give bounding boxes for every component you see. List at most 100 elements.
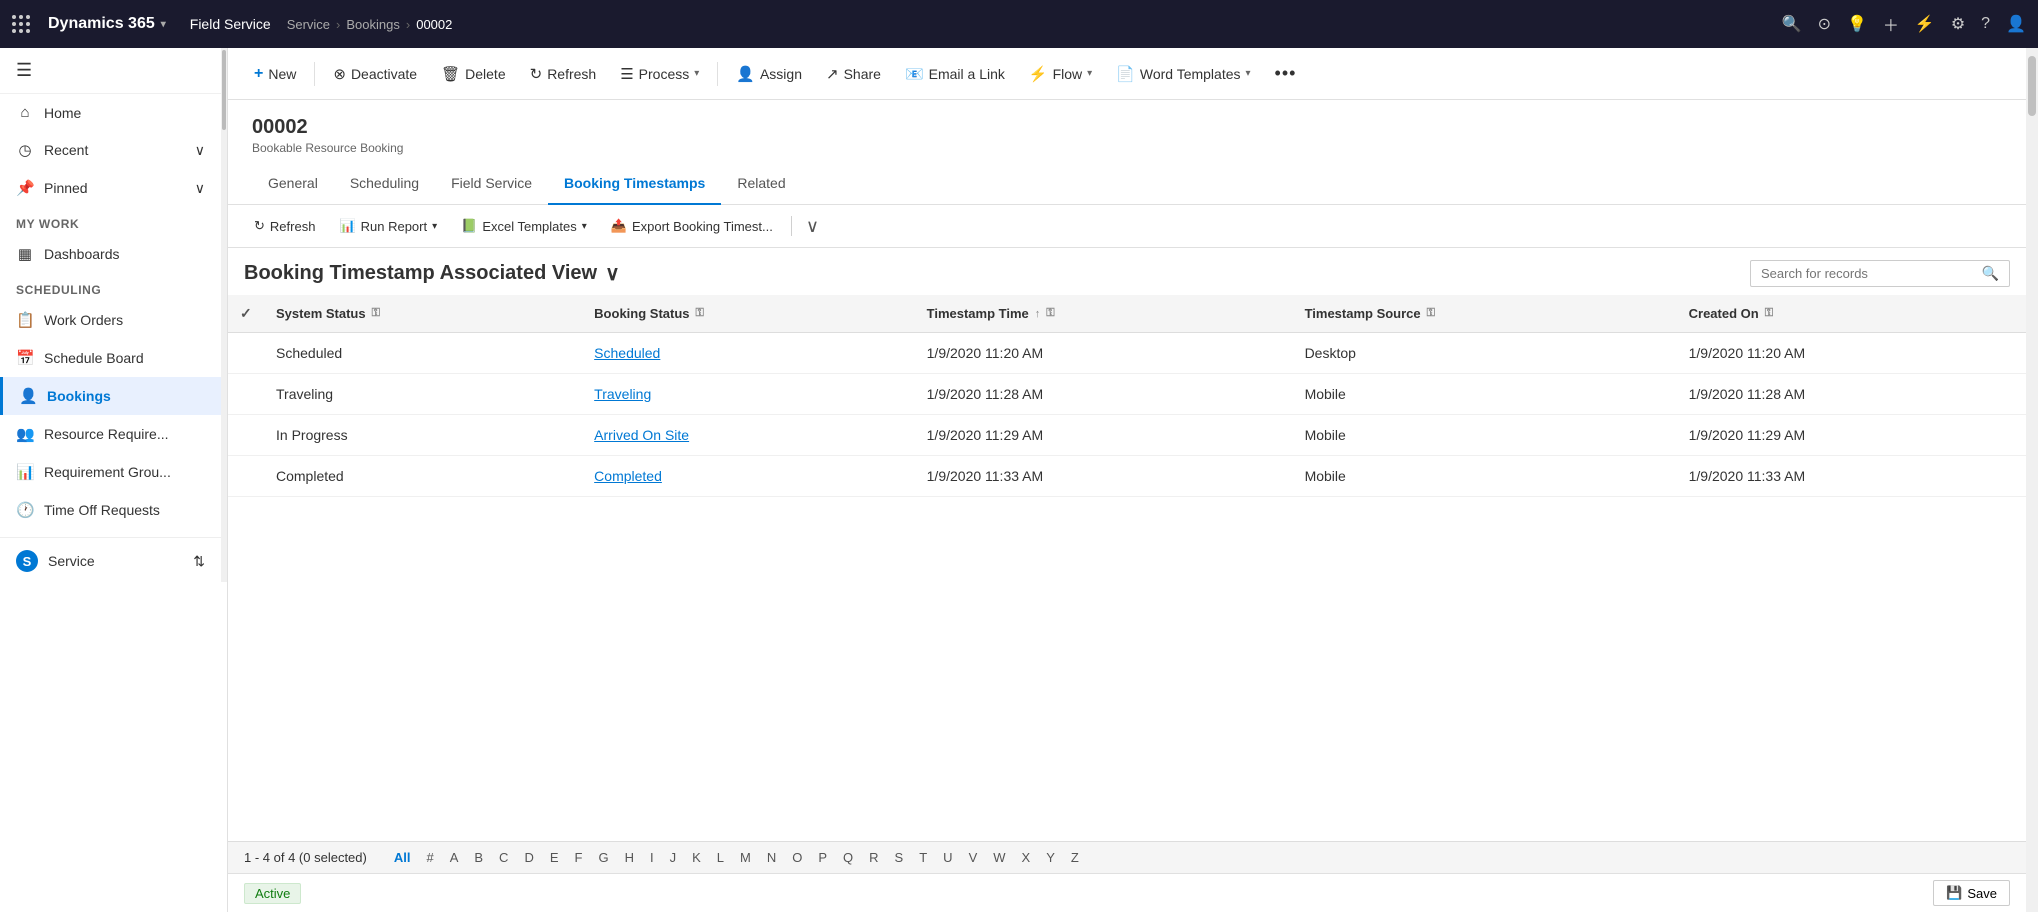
deactivate-button[interactable]: ⊗ Deactivate (323, 59, 427, 89)
created-on-filter-icon[interactable]: ⚿ (1765, 307, 1773, 320)
page-p[interactable]: P (813, 848, 832, 867)
page-y[interactable]: Y (1041, 848, 1060, 867)
help-icon[interactable]: ? (1981, 15, 1990, 33)
page-r[interactable]: R (864, 848, 883, 867)
nav-brand[interactable]: Dynamics 365 ▾ (48, 15, 166, 33)
tab-booking-timestamps[interactable]: Booking Timestamps (548, 163, 721, 205)
table-row[interactable]: Scheduled Scheduled 1/9/2020 11:20 AM De… (228, 333, 2026, 374)
flow-button[interactable]: ⚡ Flow ▾ (1019, 59, 1102, 89)
tab-general[interactable]: General (252, 163, 334, 205)
sub-more-chevron-icon[interactable]: ∨ (800, 214, 825, 239)
timestamp-time-filter-icon[interactable]: ⚿ (1046, 307, 1054, 320)
timestamp-source-filter-icon[interactable]: ⚿ (1427, 307, 1435, 320)
page-hash[interactable]: # (421, 848, 438, 867)
sidebar-scrollbar[interactable] (221, 48, 227, 582)
search-input[interactable] (1761, 266, 1976, 281)
filter-icon[interactable]: ⚡ (1915, 14, 1935, 34)
user-icon[interactable]: 👤 (2006, 14, 2026, 34)
page-w[interactable]: W (988, 848, 1010, 867)
page-d[interactable]: D (519, 848, 538, 867)
page-j[interactable]: J (665, 848, 682, 867)
page-l[interactable]: L (712, 848, 729, 867)
sidebar-item-pinned[interactable]: 📌 Pinned ∨ (0, 169, 221, 207)
sub-refresh-button[interactable]: ↻ Refresh (244, 213, 325, 239)
sidebar-item-work-orders[interactable]: 📋 Work Orders (0, 301, 221, 339)
save-button[interactable]: 💾 Save (1933, 880, 2010, 906)
delete-button[interactable]: 🗑 Delete (431, 59, 516, 89)
system-status-filter-icon[interactable]: ⚿ (372, 307, 380, 320)
timestamp-time-sort-icon[interactable]: ↑ (1035, 308, 1041, 320)
view-title[interactable]: Booking Timestamp Associated View ∨ (244, 261, 620, 286)
app-launcher-icon[interactable] (12, 15, 30, 33)
row4-booking-status[interactable]: Completed (582, 456, 914, 497)
lightbulb-icon[interactable]: 💡 (1847, 14, 1867, 34)
page-x[interactable]: X (1017, 848, 1036, 867)
page-o[interactable]: O (787, 848, 807, 867)
sidebar-service-section[interactable]: S Service ⇅ (0, 537, 221, 582)
sidebar-inner: ☰ ⌂ Home ◷ Recent ∨ (0, 48, 221, 582)
tab-related[interactable]: Related (721, 163, 801, 205)
booking-status-filter-icon[interactable]: ⚿ (696, 307, 704, 320)
page-t[interactable]: T (914, 848, 932, 867)
sidebar-item-time-off[interactable]: 🕐 Time Off Requests (0, 491, 221, 529)
sidebar-item-bookings[interactable]: 👤 Bookings (0, 377, 221, 415)
page-u[interactable]: U (938, 848, 957, 867)
page-a[interactable]: A (445, 848, 464, 867)
page-v[interactable]: V (964, 848, 983, 867)
search-box[interactable]: 🔍 (1750, 260, 2010, 287)
refresh-button[interactable]: ↻ Refresh (520, 59, 607, 89)
sidebar-item-resource-req[interactable]: 👥 Resource Require... (0, 415, 221, 453)
row3-booking-status[interactable]: Arrived On Site (582, 415, 914, 456)
assign-label: Assign (760, 66, 802, 82)
page-m[interactable]: M (735, 848, 756, 867)
sidebar-item-requirement-group[interactable]: 📊 Requirement Grou... (0, 453, 221, 491)
table-row[interactable]: Traveling Traveling 1/9/2020 11:28 AM Mo… (228, 374, 2026, 415)
page-c[interactable]: C (494, 848, 513, 867)
word-templates-button[interactable]: 📄 Word Templates ▾ (1106, 59, 1260, 89)
bookings-icon: 👤 (19, 387, 37, 405)
breadcrumb-service[interactable]: Service (287, 17, 330, 32)
page-z[interactable]: Z (1066, 848, 1084, 867)
tab-scheduling[interactable]: Scheduling (334, 163, 435, 205)
target-icon[interactable]: ⊙ (1818, 14, 1831, 34)
email-link-button[interactable]: 📧 Email a Link (895, 59, 1015, 89)
new-button[interactable]: + New (244, 59, 306, 89)
process-button[interactable]: ☰ Process ▾ (610, 59, 709, 89)
tab-field-service[interactable]: Field Service (435, 163, 548, 205)
page-e[interactable]: E (545, 848, 564, 867)
breadcrumb-bookings[interactable]: Bookings (346, 17, 399, 32)
page-all[interactable]: All (389, 848, 416, 867)
page-f[interactable]: F (570, 848, 588, 867)
row4-created-on: 1/9/2020 11:33 AM (1677, 456, 2026, 497)
hamburger-icon[interactable]: ☰ (16, 60, 32, 81)
page-k[interactable]: K (687, 848, 706, 867)
export-booking-button[interactable]: 📤 Export Booking Timest... (601, 213, 783, 239)
share-button[interactable]: ↗ Share (816, 59, 891, 89)
table-row[interactable]: Completed Completed 1/9/2020 11:33 AM Mo… (228, 456, 2026, 497)
page-b[interactable]: B (469, 848, 488, 867)
sidebar-item-home[interactable]: ⌂ Home (0, 94, 221, 131)
table-row[interactable]: In Progress Arrived On Site 1/9/2020 11:… (228, 415, 2026, 456)
select-all-icon[interactable]: ✓ (240, 305, 252, 322)
page-i[interactable]: I (645, 848, 659, 867)
sidebar-item-dashboards[interactable]: ▦ Dashboards (0, 235, 221, 273)
sidebar-item-recent[interactable]: ◷ Recent ∨ (0, 131, 221, 169)
excel-templates-button[interactable]: 📗 Excel Templates ▾ (451, 213, 597, 239)
share-label: Share (844, 66, 881, 82)
run-report-button[interactable]: 📊 Run Report ▾ (329, 213, 447, 239)
page-g[interactable]: G (593, 848, 613, 867)
plus-icon[interactable]: ＋ (1883, 12, 1899, 36)
page-q[interactable]: Q (838, 848, 858, 867)
search-icon[interactable]: 🔍 (1782, 14, 1802, 34)
page-n[interactable]: N (762, 848, 781, 867)
row2-booking-status[interactable]: Traveling (582, 374, 914, 415)
right-scrollbar[interactable] (2026, 48, 2038, 912)
assign-button[interactable]: 👤 Assign (726, 59, 812, 89)
row1-booking-status[interactable]: Scheduled (582, 333, 914, 374)
more-button[interactable]: ••• (1265, 57, 1307, 90)
gear-icon[interactable]: ⚙ (1951, 14, 1965, 34)
page-s[interactable]: S (890, 848, 909, 867)
sidebar-item-schedule-board[interactable]: 📅 Schedule Board (0, 339, 221, 377)
tab-bar: General Scheduling Field Service Booking… (228, 163, 2026, 205)
page-h[interactable]: H (620, 848, 639, 867)
